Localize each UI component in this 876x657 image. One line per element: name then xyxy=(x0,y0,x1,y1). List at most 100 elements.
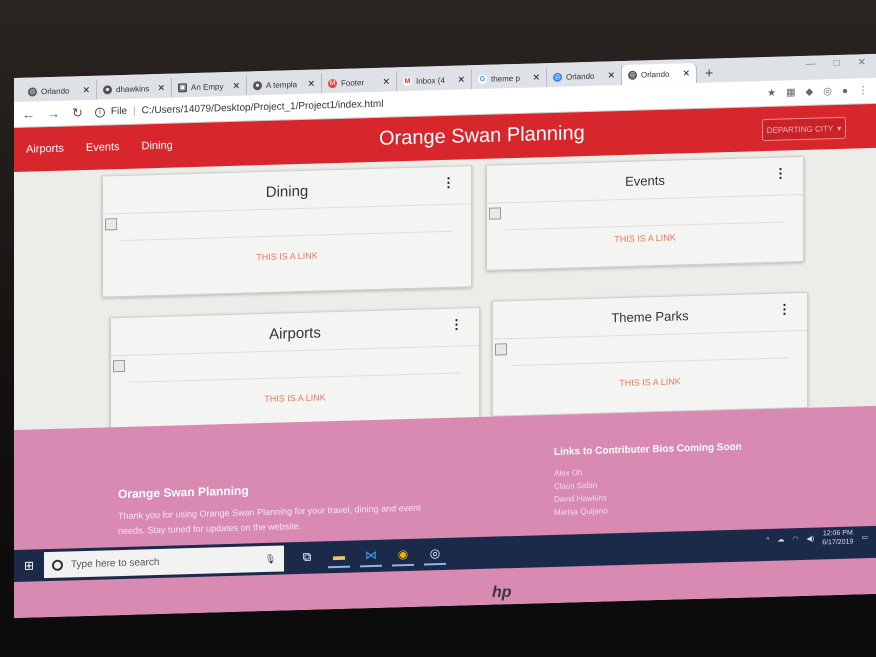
globe-icon: ◎ xyxy=(553,72,562,82)
tab[interactable]: M Footer ✕ xyxy=(322,71,397,94)
minimize-icon[interactable]: — xyxy=(806,59,816,70)
tab-label: theme p xyxy=(491,73,520,84)
back-icon[interactable]: ← xyxy=(22,106,35,121)
screen: ◎ Orlando ✕ ● dhawkins ✕ ▣ An Empy ✕ ● A templa… xyxy=(14,53,876,618)
vscode-icon[interactable]: ⋈ xyxy=(360,544,382,568)
extensions: ★ ▦ ◆ ◎ ● ⋮ xyxy=(767,85,868,99)
extension-icon[interactable]: ◎ xyxy=(823,86,832,97)
tab-label: Footer xyxy=(341,77,365,88)
kebab-menu-icon[interactable]: ⋮ xyxy=(774,165,787,181)
close-icon[interactable]: ✕ xyxy=(682,68,690,79)
close-icon[interactable]: ✕ xyxy=(82,84,90,95)
tab[interactable]: ◎ Orlando ✕ xyxy=(547,65,622,88)
google-icon: G xyxy=(478,74,487,84)
close-icon[interactable]: ✕ xyxy=(532,72,540,83)
hp-logo: hp xyxy=(492,584,512,601)
gmail-icon: M xyxy=(403,76,412,86)
nav-link-airports[interactable]: Airports xyxy=(26,143,64,156)
microphone-icon[interactable]: 🎙 xyxy=(265,553,276,564)
more-menu-icon[interactable]: ⋮ xyxy=(858,85,868,96)
taskbar-search[interactable]: Type here to search 🎙 xyxy=(44,545,284,579)
broken-image-icon xyxy=(489,207,501,220)
chrome-icon[interactable]: ◉ xyxy=(392,543,414,567)
card-title: Events xyxy=(487,156,803,204)
card-dining: Dining ⋮ THIS IS A LINK xyxy=(102,165,472,298)
globe-icon: ◎ xyxy=(628,70,637,80)
close-window-icon[interactable]: ✕ xyxy=(858,57,866,68)
tab[interactable]: ● dhawkins ✕ xyxy=(97,77,172,100)
tab-label: Orlando xyxy=(41,85,70,96)
tab-label: An Empy xyxy=(191,81,224,92)
volume-icon[interactable]: ◀) xyxy=(807,535,815,543)
search-placeholder: Type here to search xyxy=(71,556,160,570)
system-tray: ^ ☁ ◠ ◀) 12:06 PM 6/17/2019 ▭ xyxy=(766,528,868,549)
footer-text: Thank you for using Orange Swan Planning… xyxy=(118,502,421,537)
site-footer: Orange Swan Planning Thank you for using… xyxy=(14,405,876,618)
tab[interactable]: Gtheme p ✕ xyxy=(472,67,547,90)
card-events: Events ⋮ THIS IS A LINK xyxy=(486,155,804,271)
broken-image-icon xyxy=(105,218,117,231)
cloud-icon[interactable]: ☁ xyxy=(777,535,784,543)
card-title: Theme Parks xyxy=(493,292,807,340)
maximize-icon[interactable]: □ xyxy=(834,58,840,69)
extension-icon[interactable]: ◆ xyxy=(806,87,814,98)
divider xyxy=(505,221,785,231)
task-view-icon[interactable]: ⧉ xyxy=(296,547,318,570)
windows-start-icon[interactable]: ⊞ xyxy=(14,549,44,582)
close-icon[interactable]: ✕ xyxy=(457,74,465,85)
globe-icon[interactable]: ◎ xyxy=(424,542,446,566)
taskbar-apps: ⧉ ▬ ⋈ ◉ ◎ xyxy=(296,542,446,570)
nav-link-dining[interactable]: Dining xyxy=(142,140,173,153)
avatar[interactable]: ● xyxy=(842,86,848,97)
forward-icon[interactable]: → xyxy=(47,106,60,121)
kebab-menu-icon[interactable]: ⋮ xyxy=(778,301,791,317)
tab-label: Orlando xyxy=(641,69,670,79)
notification-icon[interactable]: ▭ xyxy=(861,533,868,541)
kebab-menu-icon[interactable]: ⋮ xyxy=(450,316,463,332)
site-brand[interactable]: Orange Swan Planning xyxy=(379,122,585,151)
github-icon: ● xyxy=(103,84,112,95)
close-icon[interactable]: ✕ xyxy=(607,70,615,81)
tab[interactable]: ◎ Orlando ✕ xyxy=(22,79,97,102)
close-icon[interactable]: ✕ xyxy=(232,80,240,91)
m-icon: M xyxy=(328,78,337,88)
tab[interactable]: M Inbox (4 ✕ xyxy=(397,69,472,92)
card-link[interactable]: THIS IS A LINK xyxy=(103,246,471,266)
card-link[interactable]: THIS IS A LINK xyxy=(487,229,803,248)
chevron-up-icon[interactable]: ^ xyxy=(766,536,769,543)
file-explorer-icon[interactable]: ▬ xyxy=(328,545,350,569)
broken-image-icon xyxy=(495,343,507,356)
tab[interactable]: ▣ An Empy ✕ xyxy=(172,75,247,98)
contributor-list: Alex Oh Claus Sabin David Hawkins Marisa… xyxy=(554,465,608,519)
info-icon[interactable]: i xyxy=(94,106,105,118)
tab-label: A templa xyxy=(266,79,298,90)
reload-icon[interactable]: ↻ xyxy=(72,105,83,121)
card-link[interactable]: THIS IS A LINK xyxy=(111,388,479,408)
taskbar-clock[interactable]: 12:06 PM 6/17/2019 xyxy=(822,529,853,548)
nav-link-events[interactable]: Events xyxy=(86,141,120,154)
doc-icon: ▣ xyxy=(178,82,187,92)
new-tab-button[interactable]: + xyxy=(697,62,721,83)
card-title: Airports xyxy=(111,308,479,357)
card-theme-parks: Theme Parks ⋮ THIS IS A LINK xyxy=(492,291,808,417)
tab-active[interactable]: ◎ Orlando ✕ xyxy=(622,62,697,86)
clock-date: 6/17/2019 xyxy=(822,538,854,547)
tab-label: Orlando xyxy=(566,71,595,82)
extension-icon[interactable]: ▦ xyxy=(786,87,795,98)
departing-city-dropdown[interactable]: DEPARTING CITY ▾ xyxy=(762,116,846,142)
close-icon[interactable]: ✕ xyxy=(382,76,390,87)
contributor-link[interactable]: Marisa Quijano xyxy=(554,504,608,519)
tab-label: dhawkins xyxy=(116,83,150,94)
tab-label: Inbox (4 xyxy=(416,75,445,86)
card-link[interactable]: THIS IS A LINK xyxy=(493,373,807,392)
separator: | xyxy=(133,105,136,117)
star-icon[interactable]: ★ xyxy=(767,88,776,99)
window-controls: — □ ✕ xyxy=(806,57,866,70)
close-icon[interactable]: ✕ xyxy=(157,82,165,93)
tab[interactable]: ● A templa ✕ xyxy=(247,73,322,96)
wifi-icon[interactable]: ◠ xyxy=(792,535,798,543)
footer-links-title: Links to Contributer Bios Coming Soon xyxy=(554,441,742,458)
kebab-menu-icon[interactable]: ⋮ xyxy=(442,175,455,191)
cortana-icon xyxy=(52,559,63,571)
close-icon[interactable]: ✕ xyxy=(307,78,315,89)
